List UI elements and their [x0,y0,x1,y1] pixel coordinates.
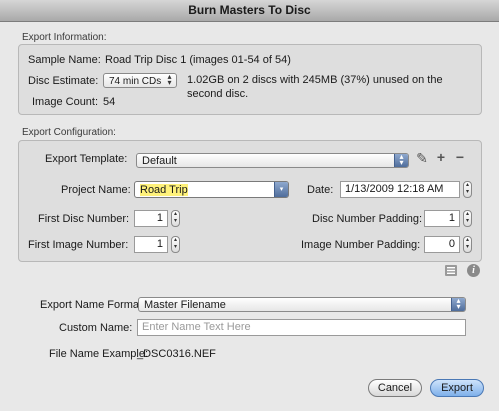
export-configuration-label: Export Configuration: [22,127,116,138]
disc-estimate-selected: 74 min CDs [109,76,162,87]
image-number-padding-label: Image Number Padding: [301,239,421,251]
export-information-label: Export Information: [22,32,107,43]
first-image-number-field[interactable]: 1 [134,236,168,253]
project-name-label: Project Name: [61,184,131,196]
sample-name-value: Road Trip Disc 1 (images 01-54 of 54) [105,54,291,66]
custom-name-label: Custom Name: [59,322,133,334]
disc-number-padding-stepper[interactable]: ▴ ▾ [463,210,472,227]
export-configuration-box: Export Template: Default ▴ ▾ ✎ + − Projec… [18,140,482,262]
disc-estimate-line2: second disc. [187,88,249,100]
plus-icon[interactable]: + [434,149,448,165]
export-template-selected: Default [142,155,177,167]
sample-name-label: Sample Name: [28,54,101,66]
image-number-padding-stepper[interactable]: ▴ ▾ [463,236,472,253]
combo-arrow-icon: ▾ [274,182,288,197]
export-name-format-selected: Master Filename [144,299,226,311]
export-template-popup[interactable]: Default ▴ ▾ [136,153,409,168]
disc-estimate-label: Disc Estimate: [28,75,99,87]
date-label: Date: [307,184,334,196]
disc-estimate-popup[interactable]: 74 min CDs ▴ ▾ [103,73,177,88]
popup-arrows-icon: ▴ ▾ [167,73,172,87]
popup-arrows-icon: ▴ ▾ [451,298,465,311]
first-image-number-label: First Image Number: [28,239,129,251]
first-image-number-stepper[interactable]: ▴ ▾ [171,236,180,253]
image-count-value: 54 [103,96,116,108]
file-name-example-value: _DSC0316.NEF [137,348,216,360]
export-name-format-popup[interactable]: Master Filename ▴ ▾ [138,297,466,312]
export-name-format-label: Export Name Format: [40,299,146,311]
export-button[interactable]: Export [430,379,484,397]
burn-masters-dialog: Burn Masters To Disc Export Information:… [0,0,499,411]
date-stepper[interactable]: ▴ ▾ [463,181,472,198]
custom-name-field[interactable]: Enter Name Text Here [137,319,466,336]
list-icon[interactable] [445,265,457,276]
export-information-box: Sample Name: Road Trip Disc 1 (images 01… [18,44,482,115]
info-icon[interactable]: i [467,264,480,277]
image-number-padding-field[interactable]: 0 [424,236,460,253]
first-disc-number-field[interactable]: 1 [134,210,168,227]
disc-number-padding-field[interactable]: 1 [424,210,460,227]
popup-arrows-icon: ▴ ▾ [394,154,408,167]
disc-estimate-line1: 1.02GB on 2 discs with 245MB (37%) unuse… [187,74,443,86]
cancel-button[interactable]: Cancel [368,379,422,397]
project-name-value: Road Trip [140,184,188,196]
window-title: Burn Masters To Disc [0,0,499,22]
export-template-label: Export Template: [45,153,128,165]
first-disc-number-stepper[interactable]: ▴ ▾ [171,210,180,227]
pencil-icon[interactable]: ✎ [415,150,429,167]
date-field[interactable]: 1/13/2009 12:18 AM [340,181,460,198]
image-count-label: Image Count: [32,96,99,108]
file-name-example-label: File Name Example: [49,348,149,360]
project-name-combo[interactable]: Road Trip ▾ [134,181,289,198]
disc-number-padding-label: Disc Number Padding: [312,213,423,225]
minus-icon[interactable]: − [453,149,467,165]
first-disc-number-label: First Disc Number: [38,213,130,225]
